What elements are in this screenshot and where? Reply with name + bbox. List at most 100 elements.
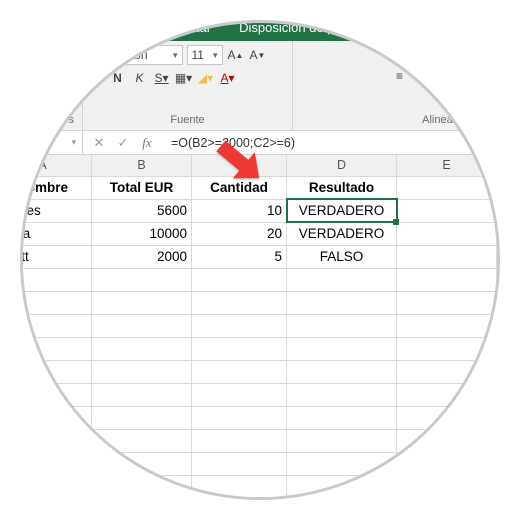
cell[interactable] (287, 383, 397, 406)
tab-disposicion[interactable]: Disposición de página (225, 20, 380, 41)
cell[interactable]: FALSO (287, 245, 397, 268)
cell[interactable] (192, 429, 287, 452)
cell[interactable]: 2000 (92, 245, 192, 268)
col-header-D[interactable]: D (287, 155, 397, 176)
tab-insertar[interactable]: Insertar (153, 20, 225, 41)
cell[interactable] (92, 475, 192, 498)
cell[interactable] (92, 452, 192, 475)
cell[interactable] (397, 199, 497, 222)
cell[interactable] (287, 406, 397, 429)
tab-formulas[interactable]: Fórmulas (380, 20, 462, 41)
align-bottom-icon[interactable]: ≡ (435, 45, 453, 63)
cell[interactable] (287, 337, 397, 360)
cell[interactable] (397, 360, 497, 383)
fill-color-button[interactable]: ◢▾ (197, 69, 215, 87)
cell[interactable] (92, 314, 192, 337)
cell[interactable] (397, 291, 497, 314)
cell[interactable] (287, 475, 397, 498)
align-right-icon[interactable]: ≡ (435, 67, 453, 85)
cancel-formula-icon[interactable]: ✕ (87, 135, 111, 151)
enter-formula-icon[interactable]: ✓ (111, 135, 135, 151)
cell[interactable] (397, 337, 497, 360)
cell[interactable] (287, 360, 397, 383)
cell[interactable]: Nombre (20, 176, 92, 199)
font-color-button[interactable]: A▾ (219, 69, 237, 87)
decrease-font-icon[interactable]: A▼ (249, 46, 267, 64)
cell[interactable] (20, 406, 92, 429)
cell[interactable] (192, 291, 287, 314)
cell[interactable] (192, 314, 287, 337)
cell[interactable]: 5 (192, 245, 287, 268)
cell[interactable] (92, 383, 192, 406)
align-top-icon[interactable]: ≡ (391, 45, 409, 63)
cell[interactable] (20, 383, 92, 406)
cell[interactable] (20, 452, 92, 475)
cell[interactable]: 20 (192, 222, 287, 245)
font-size-select[interactable]: 11 (187, 45, 223, 65)
fx-icon[interactable]: fx (135, 135, 159, 151)
cell[interactable] (192, 475, 287, 498)
cell[interactable] (397, 222, 497, 245)
cell[interactable] (92, 337, 192, 360)
cell[interactable]: 10 (192, 199, 287, 222)
cell[interactable] (192, 268, 287, 291)
cell[interactable] (192, 337, 287, 360)
cell[interactable] (192, 383, 287, 406)
cell[interactable] (20, 475, 92, 498)
cell[interactable]: Andres (20, 199, 92, 222)
cell[interactable] (20, 291, 92, 314)
cell[interactable] (92, 360, 192, 383)
cell[interactable] (397, 475, 497, 498)
cell[interactable] (397, 452, 497, 475)
cell[interactable]: Resultado (287, 176, 397, 199)
increase-font-icon[interactable]: A▲ (227, 46, 245, 64)
cell[interactable] (92, 406, 192, 429)
cell[interactable] (397, 268, 497, 291)
cell[interactable] (20, 268, 92, 291)
cell[interactable] (287, 268, 397, 291)
border-button[interactable]: ▦▾ (175, 69, 193, 87)
cell[interactable]: 5600 (92, 199, 192, 222)
cell-selected[interactable]: VERDADERO (287, 199, 397, 222)
cell[interactable] (192, 360, 287, 383)
cell[interactable] (397, 383, 497, 406)
cell[interactable] (92, 429, 192, 452)
cell[interactable] (192, 452, 287, 475)
cell[interactable]: 10000 (92, 222, 192, 245)
align-middle-icon[interactable]: ≡ (413, 45, 431, 63)
bold-button[interactable]: N (109, 69, 127, 87)
cell[interactable]: Total EUR (92, 176, 192, 199)
orientation-icon[interactable]: ⤢▾ (465, 45, 483, 63)
align-left-icon[interactable]: ≡ (391, 67, 409, 85)
cell[interactable] (397, 176, 497, 199)
spreadsheet-grid[interactable]: A B C D E 1 Nombre Total EUR Cantidad Re… (20, 155, 500, 499)
col-header-E[interactable]: E (397, 155, 497, 176)
cell[interactable]: Scott (20, 245, 92, 268)
formula-input[interactable]: =O(B2>=3000;C2>=6) (163, 133, 500, 153)
cell[interactable] (287, 452, 397, 475)
italic-button[interactable]: K (131, 69, 149, 87)
cell[interactable] (20, 360, 92, 383)
cell[interactable] (397, 245, 497, 268)
cell[interactable] (287, 291, 397, 314)
cell[interactable] (20, 314, 92, 337)
cell[interactable] (397, 429, 497, 452)
col-header-A[interactable]: A (20, 155, 92, 176)
underline-button[interactable]: S▾ (153, 69, 171, 87)
decrease-indent-icon[interactable]: ⇤ (465, 67, 483, 85)
cell[interactable] (192, 406, 287, 429)
name-box[interactable]: D2 (20, 131, 83, 155)
cell[interactable] (397, 406, 497, 429)
cell[interactable] (92, 268, 192, 291)
col-header-B[interactable]: B (92, 155, 192, 176)
cell[interactable]: VERDADERO (287, 222, 397, 245)
cell[interactable] (20, 429, 92, 452)
cell[interactable] (20, 337, 92, 360)
cell[interactable] (92, 291, 192, 314)
align-center-icon[interactable]: ≡ (413, 67, 431, 85)
font-name-select[interactable]: Calibri (109, 45, 183, 65)
cell[interactable] (397, 314, 497, 337)
cell[interactable] (287, 429, 397, 452)
increase-indent-icon[interactable]: ⇥ (487, 67, 501, 85)
cell[interactable]: Alicia (20, 222, 92, 245)
